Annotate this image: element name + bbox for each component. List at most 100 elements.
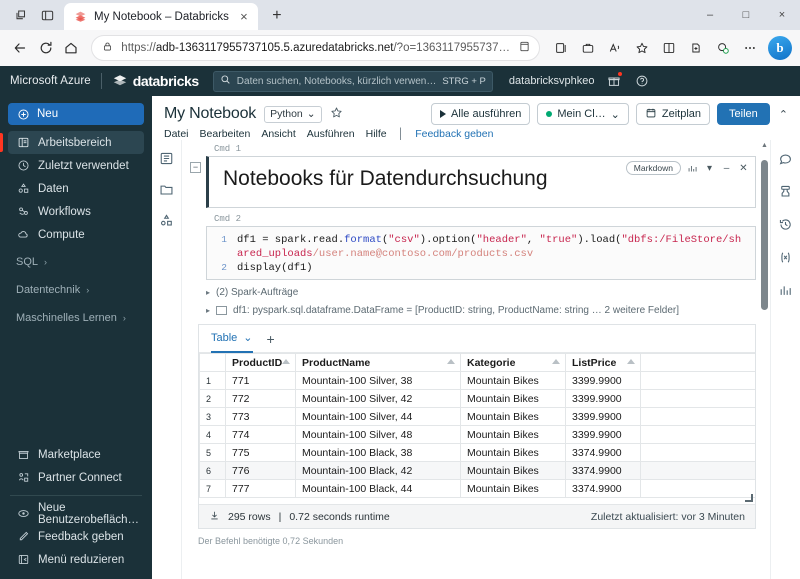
markdown-cell[interactable]: Markdown ▾ – ✕ Notebooks für Datendurc — [206, 156, 756, 208]
settings-more-icon[interactable] — [737, 35, 763, 61]
back-button[interactable] — [8, 34, 32, 62]
share-button[interactable]: Teilen — [717, 103, 770, 125]
sidebar-item-arbeitsbereich[interactable]: Arbeitsbereich — [8, 131, 144, 154]
split-screen-omnibox-icon[interactable] — [518, 40, 531, 56]
favorite-icon[interactable] — [629, 35, 655, 61]
folder-icon[interactable] — [158, 181, 175, 198]
chevron-down-icon[interactable]: ▾ — [704, 163, 715, 174]
sort-asc-icon[interactable] — [552, 359, 560, 364]
cluster-selector[interactable]: Mein Cl… ⌄ — [537, 103, 629, 125]
home-button[interactable] — [60, 34, 84, 62]
sidebar-new-button[interactable]: Neu — [8, 103, 144, 125]
sidebar-section-maschinelles-lernen[interactable]: Maschinelles Lernen › — [0, 306, 152, 330]
run-all-button[interactable]: Alle ausführen — [431, 103, 530, 125]
scrollbar-thumb[interactable] — [761, 160, 768, 310]
table-row[interactable]: 5775Mountain-100 Black, 38Mountain Bikes… — [200, 444, 756, 462]
column-header-productname[interactable]: ProductName — [296, 354, 461, 372]
chevron-right-icon: › — [44, 257, 47, 267]
split-tabs-icon[interactable] — [34, 2, 60, 28]
browser-tab[interactable]: My Notebook – Databricks × — [64, 3, 258, 30]
chart-icon[interactable] — [687, 163, 698, 174]
menu-item-ausfuehren[interactable]: Ausführen — [307, 128, 355, 140]
split-screen-icon[interactable] — [656, 35, 682, 61]
window-maximize-button[interactable]: □ — [728, 0, 764, 30]
notebook-title[interactable]: My Notebook — [164, 105, 256, 123]
sort-asc-icon[interactable] — [447, 359, 455, 364]
sidebar-section-datentechnik[interactable]: Datentechnik › — [0, 278, 152, 302]
collections-icon[interactable] — [548, 35, 574, 61]
table-resize-handle[interactable] — [745, 494, 753, 502]
workspace-name[interactable]: databricksvphkeo — [509, 75, 595, 87]
cell-collapse-toggle[interactable]: − — [190, 162, 201, 173]
sidebar-item-partner-connect[interactable]: Partner Connect — [8, 466, 144, 489]
refresh-button[interactable] — [34, 34, 58, 62]
notebook-language-selector[interactable]: Python ⌄ — [264, 106, 322, 123]
cell-listprice: 3374.9900 — [566, 462, 641, 480]
sidebar-item-menu-reduzieren[interactable]: Menü reduzieren — [8, 548, 144, 571]
history-icon[interactable] — [777, 216, 794, 233]
window-minimize-button[interactable]: – — [692, 0, 728, 30]
mlflow-icon[interactable] — [777, 183, 794, 200]
sidebar-item-feedback-geben[interactable]: Feedback geben — [8, 525, 144, 548]
feedback-link[interactable]: Feedback geben — [415, 128, 493, 140]
table-row[interactable]: 7777Mountain-100 Black, 44Mountain Bikes… — [200, 480, 756, 498]
window-close-button[interactable]: × — [764, 0, 800, 30]
schedule-button[interactable]: Zeitplan — [636, 103, 710, 125]
cell-type-badge[interactable]: Markdown — [626, 161, 681, 175]
tab-table[interactable]: Table ⌄ — [211, 325, 253, 353]
column-header-listprice[interactable]: ListPrice — [566, 354, 641, 372]
table-row[interactable]: 2772Mountain-100 Silver, 42Mountain Bike… — [200, 390, 756, 408]
briefcase-icon[interactable] — [575, 35, 601, 61]
menu-item-ansicht[interactable]: Ansicht — [261, 128, 295, 140]
gift-icon[interactable] — [605, 72, 623, 90]
download-icon[interactable] — [209, 510, 220, 524]
table-of-contents-icon[interactable] — [158, 150, 175, 167]
sort-asc-icon[interactable] — [627, 359, 635, 364]
help-icon[interactable] — [633, 72, 651, 90]
spark-jobs-toggle[interactable]: ▸ (2) Spark-Aufträge — [206, 287, 756, 298]
data-explorer-icon[interactable] — [158, 212, 175, 229]
minimize-icon[interactable]: – — [721, 163, 732, 174]
sidebar-item-marketplace[interactable]: Marketplace — [8, 443, 144, 466]
sidebar-section-sql[interactable]: SQL › — [0, 250, 152, 274]
table-row[interactable]: 3773Mountain-100 Silver, 44Mountain Bike… — [200, 408, 756, 426]
browser-essentials-icon[interactable] — [710, 35, 736, 61]
global-search-input[interactable]: Daten suchen, Notebooks, kürzlich verwen… — [213, 71, 493, 92]
column-header-productid[interactable]: ProductID — [226, 354, 296, 372]
sidebar-item-zuletzt-verwendet[interactable]: Zuletzt verwendet — [8, 154, 144, 177]
tab-close-icon[interactable]: × — [236, 9, 252, 25]
result-table[interactable]: ProductID ProductName Kategorie ListPric… — [199, 353, 755, 498]
copilot-button[interactable]: b — [768, 36, 792, 60]
dashboard-icon[interactable] — [777, 282, 794, 299]
variables-icon[interactable] — [777, 249, 794, 266]
comment-icon[interactable] — [777, 150, 794, 167]
sidebar-item-workflows[interactable]: Workflows — [8, 200, 144, 223]
databricks-logo[interactable]: databricks — [112, 73, 199, 89]
code-cell[interactable]: 1 df1 = spark.read.format("csv").option(… — [206, 226, 756, 280]
sort-asc-icon[interactable] — [282, 359, 290, 364]
tab-search-icon[interactable] — [8, 2, 34, 28]
column-header-kategorie[interactable]: Kategorie — [461, 354, 566, 372]
sidebar-item-neue-benutzeroberflaeche[interactable]: Neue Benutzerobefläch… — [8, 502, 144, 525]
sidebar-item-compute[interactable]: Compute — [8, 223, 144, 246]
dataframe-info-toggle[interactable]: ▸ df1: pyspark.sql.dataframe.DataFrame =… — [206, 305, 756, 316]
star-icon[interactable] — [330, 106, 343, 122]
table-row[interactable]: 4774Mountain-100 Silver, 48Mountain Bike… — [200, 426, 756, 444]
table-row[interactable]: 1771Mountain-100 Silver, 38Mountain Bike… — [200, 372, 756, 390]
table-row[interactable]: 6776Mountain-100 Black, 42Mountain Bikes… — [200, 462, 756, 480]
collapse-header-icon[interactable]: ⌃ — [777, 108, 790, 121]
scrollbar-up-arrow[interactable]: ▲ — [761, 142, 768, 149]
menu-item-hilfe[interactable]: Hilfe — [366, 128, 387, 140]
close-icon[interactable]: ✕ — [738, 163, 749, 174]
add-visualization-button[interactable]: + — [267, 331, 275, 347]
menu-item-datei[interactable]: Datei — [164, 128, 189, 140]
address-bar[interactable]: https://adb-1363117955737105.5.azuredata… — [91, 35, 540, 61]
notebook-scrollbar[interactable]: ▲ — [761, 142, 768, 362]
new-tab-button[interactable]: + — [264, 3, 290, 29]
collections2-icon[interactable] — [683, 35, 709, 61]
notebook-canvas[interactable]: Cmd 1 − Markdown ▾ — [182, 140, 770, 579]
read-aloud-icon[interactable] — [602, 35, 628, 61]
sidebar-item-daten[interactable]: Daten — [8, 177, 144, 200]
menu-item-bearbeiten[interactable]: Bearbeiten — [200, 128, 251, 140]
cell-listprice: 3374.9900 — [566, 480, 641, 498]
